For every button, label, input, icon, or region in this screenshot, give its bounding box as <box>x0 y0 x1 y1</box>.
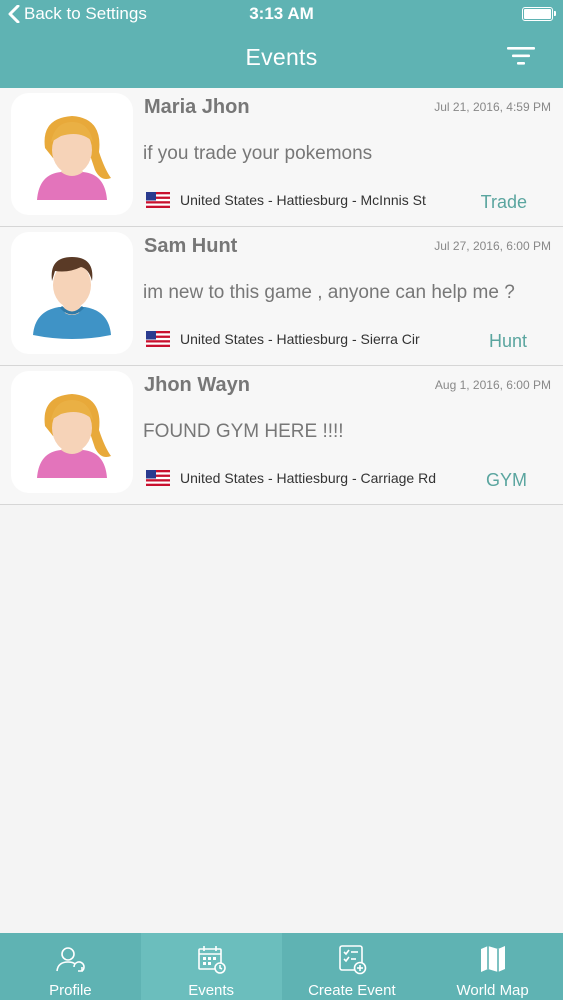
event-author: Jhon Wayn <box>144 374 250 396</box>
male-avatar-icon <box>33 257 111 339</box>
event-message: im new to this game , anyone can help me… <box>143 282 515 303</box>
event-date: Jul 27, 2016, 6:00 PM <box>434 239 551 253</box>
profile-icon <box>54 943 86 975</box>
filter-button[interactable] <box>507 44 535 68</box>
create-event-icon <box>336 943 368 975</box>
avatar <box>11 93 133 215</box>
page-title: Events <box>245 44 318 70</box>
event-row[interactable]: Sam Hunt Jul 27, 2016, 6:00 PM im new to… <box>0 227 563 366</box>
us-flag-icon <box>146 470 170 486</box>
nav-header: Back to Settings 3:13 AM Events <box>0 0 563 88</box>
event-location-text: United States - Hattiesburg - Carriage R… <box>180 470 436 486</box>
event-message: if you trade your pokemons <box>143 143 373 164</box>
event-location-text: United States - Hattiesburg - Sierra Cir <box>180 331 420 347</box>
event-author: Sam Hunt <box>144 235 238 257</box>
event-location: United States - Hattiesburg - McInnis St <box>146 192 426 208</box>
battery-icon <box>522 7 556 21</box>
tab-world-map[interactable]: World Map <box>422 933 563 1000</box>
tab-label: Events <box>188 982 235 999</box>
tab-profile[interactable]: Profile <box>0 933 141 1000</box>
event-row[interactable]: Jhon Wayn Aug 1, 2016, 6:00 PM FOUND GYM… <box>0 366 563 505</box>
status-bar: Back to Settings 3:13 AM <box>0 0 563 28</box>
filter-icon <box>507 47 535 65</box>
event-location-text: United States - Hattiesburg - McInnis St <box>180 192 426 208</box>
event-location: United States - Hattiesburg - Sierra Cir <box>146 331 420 347</box>
tab-bar: Profile Events Create Event World Map <box>0 933 563 1000</box>
us-flag-icon <box>146 331 170 347</box>
tab-label: World Map <box>456 982 529 999</box>
event-message: FOUND GYM HERE !!!! <box>143 421 344 442</box>
event-list: Maria Jhon Jul 21, 2016, 4:59 PM if you … <box>0 88 563 505</box>
event-date: Jul 21, 2016, 4:59 PM <box>434 100 551 114</box>
tab-create-event[interactable]: Create Event <box>282 933 423 1000</box>
tab-label: Create Event <box>308 982 396 999</box>
avatar <box>11 232 133 354</box>
tab-label: Profile <box>49 982 92 999</box>
event-location: United States - Hattiesburg - Carriage R… <box>146 470 436 486</box>
event-tag: Hunt <box>488 331 527 351</box>
calendar-icon <box>195 943 227 975</box>
map-icon <box>477 943 509 975</box>
female-avatar-icon <box>37 116 111 200</box>
female-avatar-icon <box>37 394 111 478</box>
event-tag: GYM <box>485 470 527 490</box>
avatar <box>11 371 133 493</box>
tab-events[interactable]: Events <box>140 933 282 1000</box>
event-date: Aug 1, 2016, 6:00 PM <box>434 378 551 392</box>
event-row[interactable]: Maria Jhon Jul 21, 2016, 4:59 PM if you … <box>0 88 563 227</box>
us-flag-icon <box>146 192 170 208</box>
event-author: Maria Jhon <box>144 96 250 118</box>
status-time: 3:13 AM <box>249 4 314 23</box>
event-tag: Trade <box>480 192 527 212</box>
